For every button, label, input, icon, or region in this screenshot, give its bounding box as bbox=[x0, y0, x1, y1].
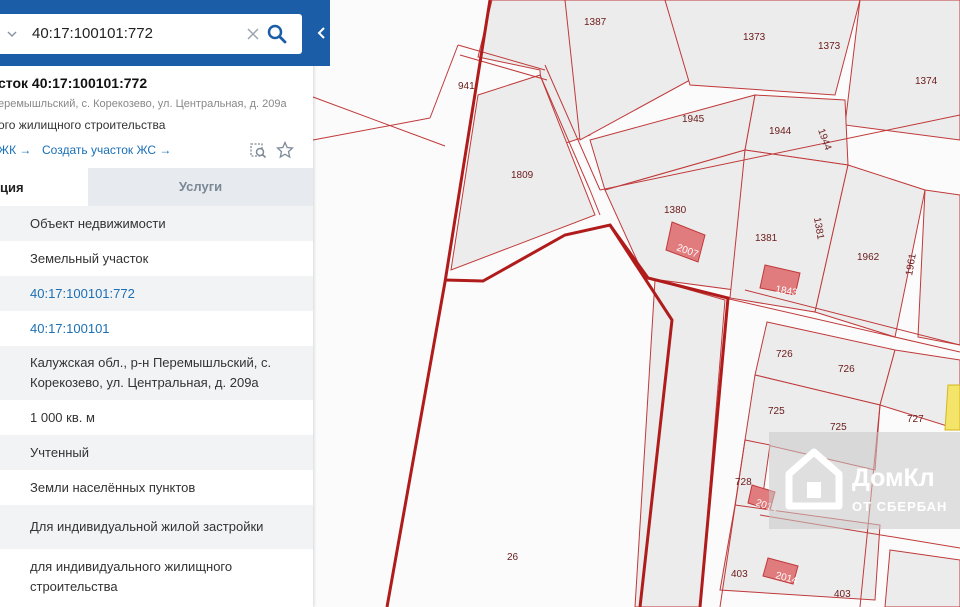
parcel-label: 941 bbox=[458, 81, 475, 92]
search-box[interactable]: 40:17:100101:772 bbox=[0, 14, 302, 54]
tab-services[interactable]: Услуги bbox=[88, 168, 313, 206]
attribute-row: для индивидуального жилищного строительс… bbox=[0, 549, 313, 604]
attribute-value: Для индивидуальной жилой застройки bbox=[30, 519, 264, 534]
logo-name: ДомКл bbox=[852, 464, 935, 492]
parcel-label: 726 bbox=[776, 349, 793, 360]
attribute-value: Объект недвижимости bbox=[30, 215, 166, 231]
collapse-panel-button[interactable] bbox=[313, 0, 330, 66]
tab-info-label: ция bbox=[0, 180, 24, 195]
housing-complex-link[interactable]: ЖК → bbox=[0, 143, 31, 157]
parcel-label: 1809 bbox=[511, 170, 534, 181]
attribute-row: Земельный участок bbox=[0, 241, 313, 276]
parcel-label: 1380 bbox=[664, 205, 687, 216]
cadastral-number-link[interactable]: 40:17:100101:772 bbox=[30, 284, 135, 304]
attribute-row: Для индивидуальной жилой застройки bbox=[0, 505, 313, 549]
attribute-value: Учтенный bbox=[30, 444, 90, 460]
tab-info[interactable]: ция bbox=[0, 168, 88, 206]
parcel-label: 727 bbox=[907, 414, 924, 425]
cadastral-quarter-link[interactable]: 40:17:100101 bbox=[30, 319, 110, 339]
parcel-label: 728 bbox=[735, 477, 752, 488]
attribute-row: Объект недвижимости bbox=[0, 206, 313, 241]
parcel-purpose: ого жилищного строительства bbox=[0, 118, 166, 132]
parcel-label: 1387 bbox=[584, 17, 607, 28]
chevron-down-icon[interactable] bbox=[6, 28, 18, 40]
parcel-label: 1962 bbox=[857, 252, 880, 263]
search-icon[interactable] bbox=[266, 23, 288, 45]
attribute-row: Земли населённых пунктов bbox=[0, 470, 313, 505]
attribute-row: 1 000 кв. м bbox=[0, 400, 313, 435]
parcel-label: 1373 bbox=[743, 32, 766, 43]
search-bar: 40:17:100101:772 bbox=[0, 0, 313, 66]
parcel-label: 725 bbox=[768, 406, 785, 417]
property-attributes: Объект недвижимости Земельный участок 40… bbox=[0, 206, 313, 604]
parcel-address: еремышльский, с. Корекозево, ул. Централ… bbox=[0, 98, 287, 110]
parcel-label: 26 bbox=[507, 552, 519, 563]
parcel-label: 1944 bbox=[769, 126, 792, 137]
parcel-label: 1945 bbox=[682, 114, 705, 125]
info-panel: 40:17:100101:772 сток 40:17:100101:772 е… bbox=[0, 0, 313, 607]
create-plot-link[interactable]: Создать участок ЖС → bbox=[42, 143, 171, 157]
attribute-row: 40:17:100101 bbox=[0, 311, 313, 346]
parcel-label: 1381 bbox=[755, 233, 778, 244]
tab-bar: ция Услуги bbox=[0, 168, 313, 206]
clear-icon[interactable] bbox=[244, 25, 262, 43]
house-logo-icon bbox=[785, 448, 843, 510]
star-icon[interactable] bbox=[276, 141, 294, 159]
attribute-row: 40:17:100101:772 bbox=[0, 276, 313, 311]
attribute-value: для индивидуального жилищного строительс… bbox=[30, 558, 233, 594]
attribute-row: Учтенный bbox=[0, 435, 313, 470]
parcel-title: сток 40:17:100101:772 bbox=[0, 75, 148, 91]
map-search-icon[interactable] bbox=[249, 141, 267, 159]
attribute-value: Земельный участок bbox=[30, 250, 149, 266]
parcel-label: 403 bbox=[834, 589, 851, 600]
chevron-left-icon bbox=[317, 27, 325, 39]
attribute-value: 1 000 кв. м bbox=[30, 409, 95, 425]
attribute-value: Калужская обл., р-н Перемышльский, с. Ко… bbox=[30, 355, 272, 390]
parcel-label: 1374 bbox=[915, 76, 938, 87]
logo-subtitle: ОТ СБЕРБАН bbox=[852, 499, 948, 514]
attribute-row: Калужская обл., р-н Перемышльский, с. Ко… bbox=[0, 346, 313, 400]
search-input[interactable]: 40:17:100101:772 bbox=[32, 25, 153, 42]
parcel-label: 403 bbox=[731, 569, 748, 580]
attribute-value: Земли населённых пунктов bbox=[30, 479, 196, 495]
parcel-label: 726 bbox=[838, 364, 855, 375]
parcel-label: 1373 bbox=[818, 41, 841, 52]
